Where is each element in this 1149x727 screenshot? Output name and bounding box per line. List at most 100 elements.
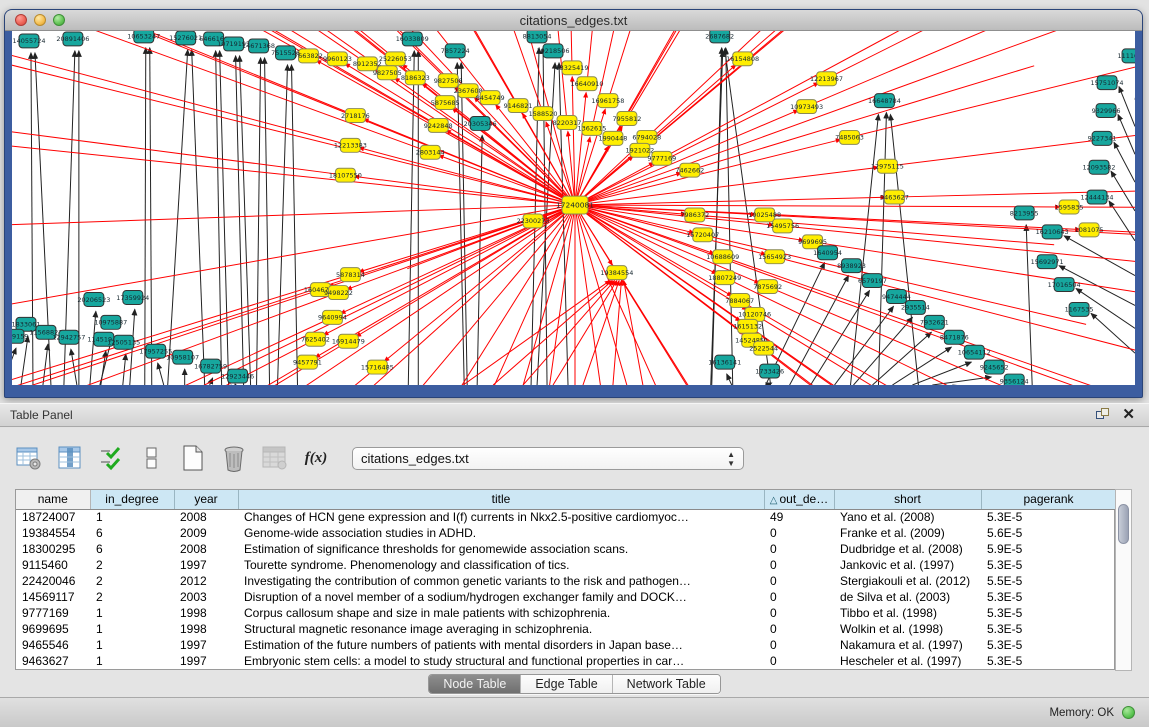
- graph-node[interactable]: 10688609: [706, 250, 739, 264]
- graph-node[interactable]: 7462662: [675, 163, 704, 177]
- graph-node[interactable]: 16914479: [332, 334, 365, 348]
- table-row[interactable]: 946362711997Embryonic stem cells: a mode…: [16, 653, 1116, 669]
- graph-node[interactable]: 8454749: [476, 91, 505, 105]
- graph-node[interactable]: 12093582: [1083, 160, 1116, 174]
- graph-node[interactable]: 14055724: [12, 34, 45, 48]
- scrollbar-thumb[interactable]: [1118, 504, 1129, 544]
- graph-node[interactable]: 2935514: [901, 300, 930, 314]
- tab-edge-table[interactable]: Edge Table: [521, 675, 612, 693]
- graph-node[interactable]: 15276021: [169, 31, 202, 45]
- graph-node[interactable]: 1081075: [1075, 223, 1104, 237]
- graph-node[interactable]: 2718176: [341, 109, 370, 123]
- column-header-year[interactable]: year: [174, 490, 238, 509]
- table-row[interactable]: 977716911998Corpus callosum shape and si…: [16, 605, 1116, 621]
- graph-node[interactable]: 7857224: [441, 44, 470, 58]
- window-titlebar[interactable]: citations_edges.txt: [5, 10, 1142, 31]
- graph-node[interactable]: 18807249: [708, 271, 741, 285]
- node-table[interactable]: namein_degreeyeartitle△out_de…shortpager…: [15, 489, 1115, 670]
- graph-node[interactable]: 5875685: [431, 96, 460, 110]
- graph-node[interactable]: 19384554: [600, 266, 633, 280]
- create-column-button[interactable]: [178, 443, 208, 473]
- table-select-dropdown[interactable]: citations_edges.txt ▲▼: [352, 447, 744, 470]
- table-row[interactable]: 969969511998Structural magnetic resonanc…: [16, 621, 1116, 637]
- graph-node[interactable]: 2522544: [749, 341, 778, 355]
- column-header-short[interactable]: short: [834, 490, 981, 509]
- graph-node[interactable]: 12213967: [810, 72, 843, 86]
- graph-node[interactable]: 1615132: [733, 319, 762, 333]
- graph-node[interactable]: 12975115: [871, 159, 904, 173]
- graph-node[interactable]: 1640954: [813, 246, 842, 260]
- table-row[interactable]: 1456911722003Disruption of a novel membe…: [16, 589, 1116, 605]
- graph-node[interactable]: 7485063: [835, 130, 864, 144]
- network-graph[interactable]: 2522605398275058186323982750823676085875…: [12, 31, 1135, 385]
- table-row[interactable]: 946554611997Estimation of the future num…: [16, 637, 1116, 653]
- graph-node[interactable]: 19218506: [537, 44, 570, 58]
- tab-node-table[interactable]: Node Table: [429, 675, 521, 693]
- graph-node[interactable]: 9356124: [1000, 374, 1029, 385]
- column-header-in_degree[interactable]: in_degree: [90, 490, 174, 509]
- graph-node[interactable]: 13325419: [556, 61, 589, 75]
- graph-node[interactable]: 1733426: [755, 364, 784, 378]
- show-column-button[interactable]: [55, 443, 85, 473]
- column-header-out_de[interactable]: △out_de…: [764, 490, 834, 509]
- graph-node[interactable]: 9242848: [424, 119, 453, 133]
- graph-node[interactable]: 9463627: [880, 190, 909, 204]
- graph-node[interactable]: 9777169: [647, 151, 676, 165]
- table-row[interactable]: 911546021997Tourette syndrome. Phenomeno…: [16, 557, 1116, 573]
- graph-node[interactable]: 20206523: [77, 293, 110, 307]
- graph-node[interactable]: 9457791: [293, 355, 322, 369]
- graph-node[interactable]: 7986372: [680, 208, 709, 222]
- graph-node[interactable]: 16136141: [708, 355, 741, 369]
- function-builder-button[interactable]: f(x): [301, 443, 331, 473]
- graph-node[interactable]: 15654923: [758, 250, 791, 264]
- graph-node[interactable]: 8813054: [523, 31, 552, 43]
- graph-node[interactable]: 17016504: [1048, 278, 1081, 292]
- graph-node[interactable]: 15751074: [1091, 76, 1124, 90]
- graph-node[interactable]: 7884067: [725, 294, 754, 308]
- graph-node[interactable]: 1362615: [578, 121, 607, 135]
- graph-node[interactable]: 16640910: [570, 77, 603, 91]
- close-panel-icon[interactable]: ✕: [1122, 408, 1135, 422]
- graph-node[interactable]: 10653247: [127, 31, 160, 43]
- graph-node[interactable]: 10975887: [94, 315, 127, 329]
- graph-node[interactable]: 9640994: [318, 310, 347, 324]
- table-row[interactable]: 1872400712008Changes of HCN gene express…: [16, 509, 1116, 525]
- graph-node[interactable]: 6794028: [632, 130, 661, 144]
- float-panel-icon[interactable]: [1096, 408, 1110, 422]
- column-header-title[interactable]: title: [238, 490, 764, 509]
- graph-node[interactable]: 9227341: [1088, 131, 1117, 145]
- graph-node[interactable]: 15720407: [686, 228, 719, 242]
- graph-node[interactable]: 8471876: [940, 330, 969, 344]
- column-header-pagerank[interactable]: pagerank: [981, 490, 1116, 509]
- graph-node[interactable]: 8186323: [401, 71, 430, 85]
- graph-node[interactable]: 1167535: [1065, 302, 1094, 316]
- select-all-button[interactable]: [96, 443, 126, 473]
- graph-node[interactable]: 15692971: [1031, 255, 1064, 269]
- graph-node[interactable]: 16210643: [1036, 225, 1069, 239]
- delete-table-button[interactable]: [260, 443, 290, 473]
- tab-network-table[interactable]: Network Table: [613, 675, 720, 693]
- graph-node[interactable]: 12923446: [221, 369, 254, 383]
- graph-node[interactable]: 7625402: [301, 332, 330, 346]
- delete-column-button[interactable]: [219, 443, 249, 473]
- graph-node[interactable]: 8938923: [837, 259, 866, 273]
- graph-node[interactable]: 5878314: [336, 268, 365, 282]
- table-row[interactable]: 1830029562008Estimation of significance …: [16, 541, 1116, 557]
- table-scrollbar[interactable]: [1115, 489, 1132, 671]
- graph-node[interactable]: 6579197: [858, 274, 887, 288]
- column-header-name[interactable]: name: [16, 490, 90, 509]
- table-row[interactable]: 2242004622012Investigating the contribut…: [16, 573, 1116, 589]
- network-canvas[interactable]: 2522605398275058186323982750823676085875…: [12, 31, 1135, 385]
- graph-node[interactable]: 8213955: [1010, 206, 1039, 220]
- graph-node[interactable]: 7515526: [271, 46, 300, 60]
- graph-node[interactable]: 1990448: [598, 131, 627, 145]
- graph-node[interactable]: 9498222: [324, 286, 353, 300]
- graph-node[interactable]: 10654112: [958, 345, 991, 359]
- graph-node[interactable]: 16961758: [591, 94, 624, 108]
- graph-node[interactable]: 2803144: [416, 145, 445, 159]
- graph-node[interactable]: 20891406: [56, 32, 89, 46]
- graph-node[interactable]: 9245652: [980, 360, 1009, 374]
- graph-node[interactable]: 9329966: [1092, 104, 1121, 118]
- graph-node[interactable]: 1111654: [1118, 49, 1135, 63]
- graph-node[interactable]: 9960123: [323, 52, 352, 66]
